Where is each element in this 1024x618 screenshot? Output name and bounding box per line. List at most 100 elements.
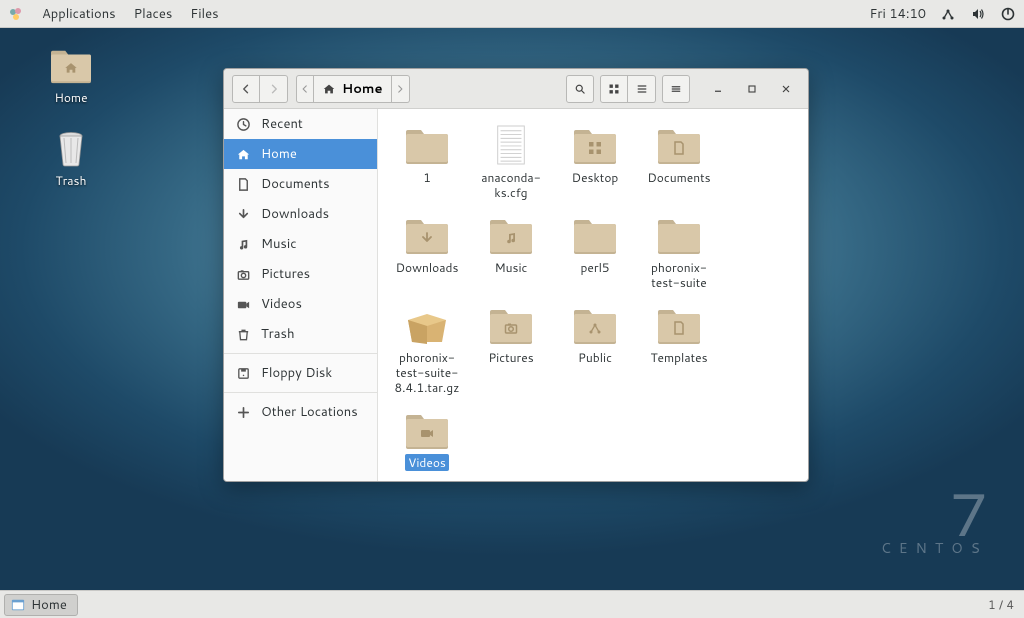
icon-view-button[interactable] xyxy=(600,75,628,103)
desktop-icon-label: Trash xyxy=(56,172,87,189)
file-item[interactable]: perl5 xyxy=(554,209,636,295)
text-file-icon xyxy=(492,124,530,166)
file-item[interactable]: anaconda-ks.cfg xyxy=(470,119,552,205)
archive-icon xyxy=(404,304,450,346)
file-item[interactable]: Downloads xyxy=(386,209,468,295)
sidebar-item-label: Other Locations xyxy=(261,403,358,421)
file-thumb xyxy=(487,123,535,167)
path-location-button[interactable]: Home xyxy=(314,75,392,103)
sidebar-item-music[interactable]: Music xyxy=(224,229,377,259)
sidebar-item-label: Floppy Disk xyxy=(261,364,332,382)
watermark-number: 7 xyxy=(881,484,988,544)
camera-icon xyxy=(236,267,251,282)
folder-icon xyxy=(656,214,702,256)
file-thumb xyxy=(403,213,451,257)
sidebar-item-documents[interactable]: Documents xyxy=(224,169,377,199)
back-button[interactable] xyxy=(232,75,260,103)
network-icon[interactable] xyxy=(940,6,956,22)
file-item[interactable]: phoronix-test-suite xyxy=(638,209,720,295)
file-thumb xyxy=(571,213,619,257)
folder-icon xyxy=(656,304,702,346)
places-sidebar: Recent Home Documents DownloadsMusic Picture… xyxy=(224,109,378,481)
watermark-brand: CENTOS xyxy=(881,538,988,558)
sidebar-item-label: Pictures xyxy=(261,265,310,283)
desktop-trash-icon[interactable]: Trash xyxy=(36,128,106,189)
bottom-panel: Home 1 / 4 xyxy=(0,590,1024,618)
sidebar-item-floppy-disk[interactable]: Floppy Disk xyxy=(224,358,377,388)
home-icon xyxy=(236,147,251,162)
filemanager-icon xyxy=(11,598,25,612)
file-thumb xyxy=(571,303,619,347)
file-item[interactable]: phoronix-test-suite-8.4.1.tar.gz xyxy=(386,299,468,400)
folder-icon xyxy=(572,304,618,346)
folder-icon xyxy=(572,124,618,166)
file-name-label: 1 xyxy=(420,169,434,186)
file-thumb xyxy=(487,303,535,347)
sidebar-item-label: Trash xyxy=(261,325,295,343)
headerbar: Home xyxy=(224,69,808,109)
forward-button[interactable] xyxy=(260,75,288,103)
hamburger-menu-button[interactable] xyxy=(662,75,690,103)
sidebar-item-recent[interactable]: Recent xyxy=(224,109,377,139)
places-menu[interactable]: Places xyxy=(134,5,173,23)
list-view-button[interactable] xyxy=(628,75,656,103)
folder-icon xyxy=(488,304,534,346)
sidebar-item-other-locations[interactable]: Other Locations xyxy=(224,397,377,427)
top-panel: Applications Places Files Fri 14:10 xyxy=(0,0,1024,28)
file-name-label: Downloads xyxy=(393,259,462,276)
file-item[interactable]: Documents xyxy=(638,119,720,205)
centos-watermark: 7 CENTOS xyxy=(881,484,988,558)
file-name-label: Desktop xyxy=(569,169,622,186)
taskbar-window-button[interactable]: Home xyxy=(4,594,78,616)
file-name-label: phoronix-test-suite xyxy=(640,259,718,291)
file-name-label: Templates xyxy=(647,349,710,366)
document-icon xyxy=(236,177,251,192)
music-icon xyxy=(236,237,251,252)
taskbar-window-label: Home xyxy=(31,596,67,614)
maximize-button[interactable] xyxy=(738,75,766,103)
file-view[interactable]: 1 anaconda-ks.cfg Desktop Documents Download… xyxy=(378,109,808,481)
file-name-label: Pictures xyxy=(485,349,536,366)
close-button[interactable] xyxy=(772,75,800,103)
folder-icon xyxy=(572,214,618,256)
folder-icon xyxy=(404,214,450,256)
file-name-label: Videos xyxy=(405,454,449,471)
file-thumb xyxy=(403,408,451,452)
workspace-indicator[interactable]: 1 / 4 xyxy=(978,596,1024,613)
sidebar-item-label: Home xyxy=(261,145,297,163)
minimize-button[interactable] xyxy=(704,75,732,103)
disk-icon xyxy=(236,366,251,381)
file-item[interactable]: Videos xyxy=(386,404,468,475)
search-button[interactable] xyxy=(566,75,594,103)
plus-icon xyxy=(236,405,251,420)
desktop-icon-label: Home xyxy=(54,89,87,106)
path-next-button[interactable] xyxy=(392,75,410,103)
path-prev-button[interactable] xyxy=(296,75,314,103)
file-item[interactable]: 1 xyxy=(386,119,468,205)
trash-icon xyxy=(236,327,251,342)
file-item[interactable]: Templates xyxy=(638,299,720,400)
file-item[interactable]: Desktop xyxy=(554,119,636,205)
file-name-label: Public xyxy=(575,349,615,366)
files-appmenu[interactable]: Files xyxy=(190,5,218,23)
sidebar-separator xyxy=(224,353,377,354)
file-item[interactable]: Public xyxy=(554,299,636,400)
file-item[interactable]: Music xyxy=(470,209,552,295)
clock-icon xyxy=(236,117,251,132)
file-name-label: Music xyxy=(492,259,531,276)
desktop-home-icon[interactable]: Home xyxy=(36,45,106,106)
applications-menu[interactable]: Applications xyxy=(42,5,116,23)
volume-icon[interactable] xyxy=(970,6,986,22)
sidebar-item-videos[interactable]: Videos xyxy=(224,289,377,319)
file-item[interactable]: Pictures xyxy=(470,299,552,400)
sidebar-item-downloads[interactable]: Downloads xyxy=(224,199,377,229)
folder-icon xyxy=(488,214,534,256)
sidebar-item-home[interactable]: Home xyxy=(224,139,377,169)
power-icon[interactable] xyxy=(1000,6,1016,22)
distributor-logo-icon xyxy=(8,6,24,22)
home-icon xyxy=(322,82,336,96)
sidebar-item-pictures[interactable]: Pictures xyxy=(224,259,377,289)
sidebar-item-trash[interactable]: Trash xyxy=(224,319,377,349)
sidebar-item-label: Documents xyxy=(261,175,330,193)
clock-label[interactable]: Fri 14:10 xyxy=(869,5,926,23)
